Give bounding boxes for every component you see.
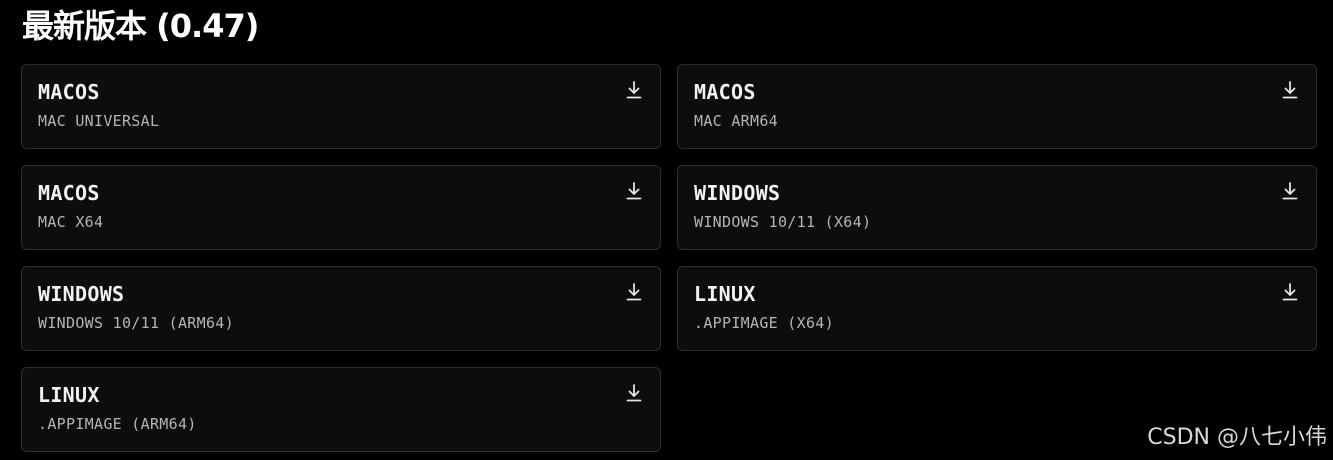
card-os-label: MACOS [694, 80, 756, 104]
download-icon[interactable] [1282, 283, 1298, 301]
download-icon[interactable] [626, 283, 642, 301]
card-os-label: MACOS [38, 181, 100, 205]
card-variant-label: WINDOWS 10/11 (ARM64) [38, 314, 234, 332]
card-variant-label: .APPIMAGE (ARM64) [38, 415, 197, 433]
page-title: 最新版本 (0.47) [22, 7, 259, 45]
card-os-label: LINUX [694, 282, 756, 306]
download-card-windows-arm64[interactable]: WINDOWS WINDOWS 10/11 (ARM64) [21, 266, 661, 351]
download-card-windows-x64[interactable]: WINDOWS WINDOWS 10/11 (X64) [677, 165, 1317, 250]
card-os-label: MACOS [38, 80, 100, 104]
download-icon[interactable] [1282, 81, 1298, 99]
watermark: CSDN @八七小伟 [1147, 425, 1327, 450]
card-variant-label: MAC UNIVERSAL [38, 112, 160, 130]
card-variant-label: .APPIMAGE (X64) [694, 314, 834, 332]
download-grid: MACOS MAC UNIVERSAL MACOS MAC ARM64 MACO… [21, 64, 1317, 452]
download-icon[interactable] [1282, 182, 1298, 200]
card-os-label: WINDOWS [694, 181, 781, 205]
download-card-linux-x64[interactable]: LINUX .APPIMAGE (X64) [677, 266, 1317, 351]
card-os-label: LINUX [38, 383, 100, 407]
download-card-linux-arm64[interactable]: LINUX .APPIMAGE (ARM64) [21, 367, 661, 452]
card-os-label: WINDOWS [38, 282, 125, 306]
download-card-macos-universal[interactable]: MACOS MAC UNIVERSAL [21, 64, 661, 149]
card-variant-label: MAC X64 [38, 213, 104, 231]
download-icon[interactable] [626, 182, 642, 200]
download-icon[interactable] [626, 384, 642, 402]
card-variant-label: MAC ARM64 [694, 112, 778, 130]
download-card-macos-arm64[interactable]: MACOS MAC ARM64 [677, 64, 1317, 149]
download-icon[interactable] [626, 81, 642, 99]
download-card-macos-x64[interactable]: MACOS MAC X64 [21, 165, 661, 250]
card-variant-label: WINDOWS 10/11 (X64) [694, 213, 872, 231]
